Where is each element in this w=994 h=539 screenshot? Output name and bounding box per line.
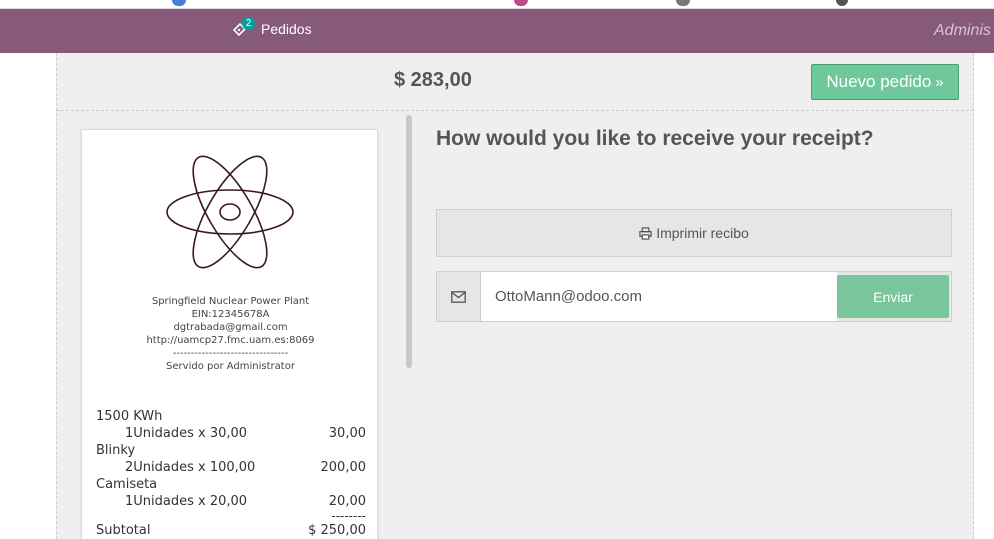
subtotal-row: Subtotal $ 250,00 (96, 522, 366, 539)
line-product: Blinky (96, 443, 136, 458)
tickets-icon: 2 (232, 17, 255, 37)
receipt-line: Blinky 2Unidades x 100,00 200,00 (96, 442, 366, 476)
receipt-line: 1500 KWh 1Unidades x 30,00 30,00 (96, 408, 366, 442)
next-order-button[interactable]: Nuevo pedido » (811, 64, 959, 100)
line-detail: 2Unidades x 100,00 200,00 (96, 459, 366, 476)
divider-top (56, 110, 974, 111)
print-receipt-label: Imprimir recibo (656, 225, 749, 241)
top-navbar: 2 Pedidos Adminis (0, 9, 994, 53)
user-menu[interactable]: Adminis (934, 22, 991, 40)
subtotal-label: Subtotal (96, 523, 151, 538)
company-email: dgtrabada@gmail.com (173, 322, 288, 333)
company-name: Springfield Nuclear Power Plant (151, 296, 310, 307)
company-website: http://uamcp27.fmc.uam.es:8069 (146, 335, 315, 346)
info-separator: -------------------------------- (172, 348, 289, 359)
receipt-preview: Springfield Nuclear Power Plant EIN:1234… (81, 129, 378, 539)
receipt-scrollbar[interactable] (406, 115, 412, 368)
line-detail: 1Unidades x 30,00 30,00 (96, 425, 366, 442)
orders-label: Pedidos (261, 21, 312, 37)
subtotal-value: $ 250,00 (308, 523, 366, 538)
divider-left (56, 53, 57, 539)
next-order-label: Nuevo pedido (826, 72, 932, 91)
orders-button[interactable]: 2 Pedidos (232, 17, 312, 37)
line-quantity: 2Unidades x 100,00 (125, 460, 256, 475)
double-chevron-right-icon: » (935, 73, 944, 91)
divider-right (973, 53, 974, 539)
order-total: $ 283,00 (394, 69, 472, 91)
print-receipt-button[interactable]: Imprimir recibo (436, 209, 952, 257)
line-product: Camiseta (96, 477, 158, 492)
receipt-line: Camiseta 1Unidades x 20,00 20,00 (96, 476, 366, 510)
line-amount: 20,00 (328, 494, 366, 509)
line-quantity: 1Unidades x 30,00 (125, 426, 248, 441)
browser-chrome-strip (0, 0, 994, 9)
email-receipt-group: Enviar (436, 271, 952, 322)
company-ein: EIN:12345678A (191, 309, 270, 320)
email-input[interactable] (481, 272, 837, 321)
receipt-lines: 1500 KWh 1Unidades x 30,00 30,00 Blinky … (96, 408, 366, 539)
served-by: Servido por Administrator (166, 361, 295, 372)
printer-icon (639, 226, 652, 240)
atom-logo (166, 155, 294, 269)
total-divider: -------- (331, 509, 366, 523)
screen-top-bar: $ 283,00 Nuevo pedido » (56, 53, 974, 110)
line-amount: 200,00 (320, 460, 367, 475)
line-product: 1500 KWh (96, 409, 163, 424)
receipt-question: How would you like to receive your recei… (436, 127, 874, 150)
company-info: Springfield Nuclear Power Plant EIN:1234… (82, 295, 379, 373)
right-gutter (974, 53, 994, 539)
send-email-button[interactable]: Enviar (837, 275, 949, 318)
orders-count-badge: 2 (242, 17, 255, 30)
line-detail: 1Unidades x 20,00 20,00 (96, 493, 366, 510)
left-gutter (0, 53, 56, 539)
envelope-icon (437, 272, 481, 321)
line-quantity: 1Unidades x 20,00 (125, 494, 248, 509)
receipt-screen: $ 283,00 Nuevo pedido » Springfield Nucl… (0, 53, 994, 539)
line-amount: 30,00 (328, 426, 366, 441)
